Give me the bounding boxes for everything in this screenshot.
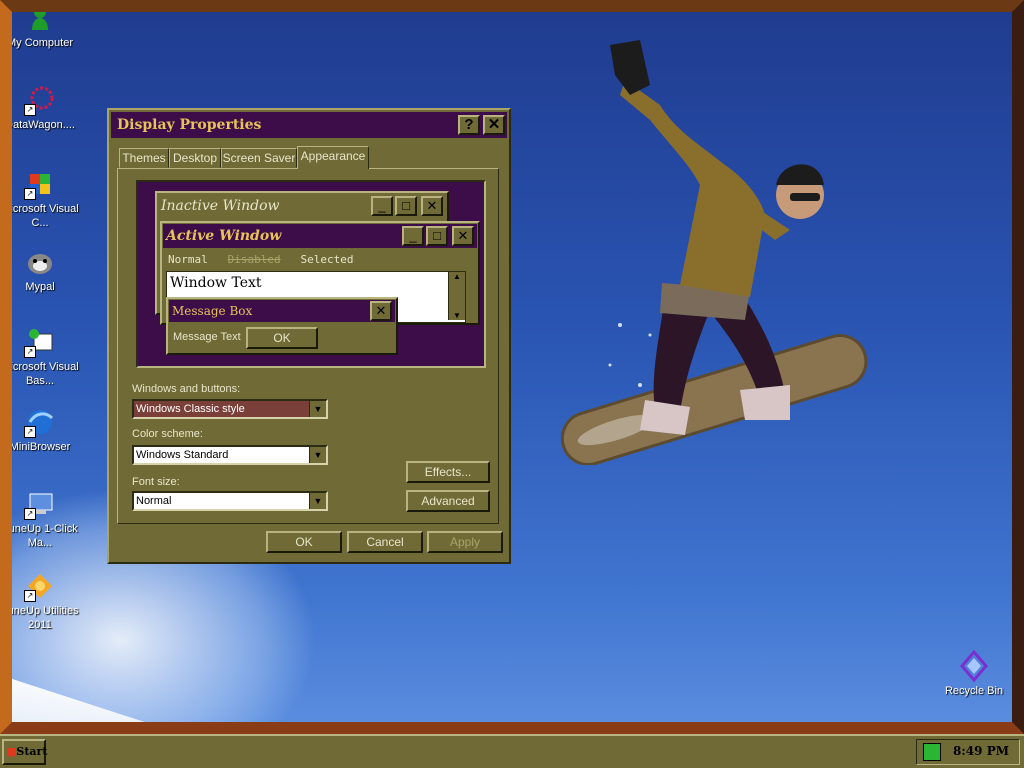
snowboarder-wallpaper-image (560, 40, 868, 465)
tuneup-utilities-icon: ↗ (24, 570, 56, 602)
message-text: Message Text (173, 331, 241, 343)
tab-appearance[interactable]: Appearance (297, 146, 369, 169)
taskbar: ■Start 8:49 PM (0, 734, 1024, 768)
tab-themes[interactable]: Themes (119, 148, 169, 168)
cancel-button[interactable]: Cancel (347, 531, 423, 553)
desktop-icon-label: Recycle Bin (944, 685, 1004, 697)
desktop-icon-tuneup-1click[interactable]: ↗ TuneUp 1-Click Ma... (0, 488, 80, 550)
help-button[interactable]: ? (458, 115, 480, 135)
windows-and-buttons-label: Windows and buttons: (132, 383, 241, 395)
desktop-icon-label: MiniBrowser (9, 441, 71, 453)
shortcut-arrow-icon: ↗ (24, 426, 36, 438)
preview-message-box: Message Box ✕ Message Text OK (166, 297, 398, 355)
menu-disabled: Disabled (227, 253, 281, 266)
start-button[interactable]: ■Start (2, 739, 47, 765)
preview-ok-button: OK (246, 327, 318, 349)
desktop-icon-label: Mypal (25, 281, 55, 293)
my-computer-icon (24, 2, 56, 34)
tab-desktop[interactable]: Desktop (169, 148, 221, 168)
effects-button[interactable]: Effects... (406, 461, 490, 483)
visual-c-icon: ↗ (24, 168, 56, 200)
preview-menu-bar: Normal Disabled Selected (168, 253, 353, 266)
preview-scrollbar: ▲ ▼ (448, 272, 465, 320)
minimize-icon: _ (371, 196, 393, 216)
desktop-icon-recycle-bin[interactable]: Recycle Bin (934, 649, 1014, 698)
menu-normal: Normal (168, 253, 208, 266)
shortcut-arrow-icon: ↗ (24, 346, 36, 358)
window-text: Window Text (170, 275, 262, 291)
minimize-icon: _ (402, 226, 424, 246)
desktop-icon-visual-basic[interactable]: ↗ Microsoft Visual Bas... (0, 326, 80, 388)
color-scheme-label: Color scheme: (132, 428, 203, 440)
shortcut-arrow-icon: ↗ (24, 590, 36, 602)
system-tray: 8:49 PM (916, 739, 1020, 765)
close-button[interactable]: ✕ (483, 115, 505, 135)
close-icon: ✕ (452, 226, 474, 246)
shortcut-arrow-icon: ↗ (24, 188, 36, 200)
font-size-select[interactable]: Normal ▼ (132, 491, 328, 511)
font-size-label: Font size: (132, 476, 180, 488)
advanced-button[interactable]: Advanced (406, 490, 490, 512)
desktop-icon-label: TuneUp Utilities 2011 (1, 605, 79, 631)
apply-button[interactable]: Apply (427, 531, 503, 553)
scroll-up-icon: ▲ (453, 272, 461, 281)
desktop-icon-label: My Computer (6, 37, 74, 49)
dialog-title: Display Properties (117, 117, 262, 133)
shortcut-arrow-icon: ↗ (24, 104, 36, 116)
desktop-icon-tuneup-utilities[interactable]: ↗ TuneUp Utilities 2011 (0, 570, 80, 632)
desktop-icon-visual-c[interactable]: ↗ Microsoft Visual C... (0, 168, 80, 230)
tab-screen-saver[interactable]: Screen Saver (221, 148, 297, 168)
desktop-icon-label: Microsoft Visual Bas... (1, 361, 79, 387)
desktop-icon-my-computer[interactable]: My Computer (0, 2, 80, 50)
chevron-down-icon[interactable]: ▼ (309, 447, 326, 463)
appearance-panel: Inactive Window _ □ ✕ Active Window _ □ … (117, 168, 499, 524)
tuneup-1click-icon: ↗ (24, 488, 56, 520)
desktop-icon-mypal[interactable]: Mypal (0, 246, 80, 294)
maximize-icon: □ (395, 196, 417, 216)
message-box-title: Message Box (169, 300, 395, 322)
shortcut-arrow-icon: ↗ (24, 508, 36, 520)
desktop-icon-minibrowser[interactable]: ↗ MiniBrowser (0, 406, 80, 454)
maximize-icon: □ (426, 226, 448, 246)
color-scheme-select[interactable]: Windows Standard ▼ (132, 445, 328, 465)
menu-selected: Selected (300, 253, 354, 266)
chevron-down-icon[interactable]: ▼ (309, 493, 326, 509)
close-icon: ✕ (421, 196, 443, 216)
desktop-icon-label: Microsoft Visual C... (1, 203, 79, 229)
appearance-preview: Inactive Window _ □ ✕ Active Window _ □ … (136, 180, 486, 368)
visual-basic-icon: ↗ (24, 326, 56, 358)
close-icon: ✕ (487, 116, 501, 133)
close-icon: ✕ (370, 301, 392, 321)
chevron-down-icon[interactable]: ▼ (309, 401, 326, 417)
minibrowser-icon: ↗ (24, 406, 56, 438)
dialog-title-bar[interactable]: Display Properties (111, 112, 507, 138)
display-properties-dialog: Display Properties ? ✕ Themes Desktop Sc… (107, 108, 511, 564)
scroll-down-icon: ▼ (453, 311, 461, 320)
network-tray-icon[interactable] (923, 743, 941, 761)
ok-button[interactable]: OK (266, 531, 342, 553)
recycle-bin-icon (958, 649, 990, 683)
clock[interactable]: 8:49 PM (953, 744, 1009, 758)
desktop-icon-label: TuneUp 1-Click Ma... (2, 523, 78, 549)
windows-logo-icon: ■ (6, 745, 17, 758)
windows-and-buttons-select[interactable]: Windows Classic style ▼ (132, 399, 328, 419)
snow-slope (0, 675, 170, 734)
mypal-icon (24, 246, 56, 278)
desktop-icon-label: DataWagon.... (5, 119, 75, 131)
desktop-icon-datawagon[interactable]: ↗ DataWagon.... (0, 84, 80, 132)
datawagon-icon: ↗ (24, 84, 56, 116)
